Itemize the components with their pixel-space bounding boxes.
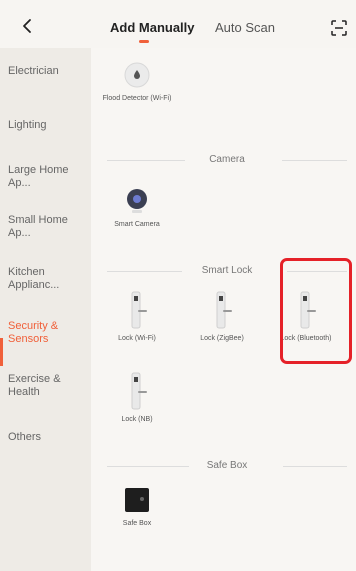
- active-category-marker: [0, 338, 3, 366]
- tab-auto-scan[interactable]: Auto Scan: [215, 20, 275, 36]
- device-flood-detector[interactable]: Flood Detector (Wi-Fi): [97, 60, 177, 103]
- camera-icon: [122, 186, 152, 216]
- sidebar-item-lighting[interactable]: Lighting: [8, 119, 88, 132]
- device-label: Safe Box: [122, 520, 152, 527]
- flood-detector-icon: [122, 60, 152, 90]
- device-label: Smart Camera: [114, 221, 160, 228]
- chevron-left-icon[interactable]: [18, 16, 38, 36]
- sidebar-item-kitchen-appliances[interactable]: Kitchen Applianc...: [8, 266, 88, 292]
- sidebar-item-others[interactable]: Others: [8, 431, 88, 444]
- tab-add-manually[interactable]: Add Manually: [110, 20, 195, 36]
- section-camera: Camera: [107, 154, 347, 166]
- sidebar-item-electrician[interactable]: Electrician: [8, 65, 88, 78]
- device-label: Lock (NB): [121, 416, 153, 423]
- sidebar-item-exercise-health[interactable]: Exercise & Health: [8, 373, 88, 399]
- device-lock-zigbee[interactable]: Lock (ZigBee): [182, 290, 262, 343]
- category-sidebar: Electrician Lighting Large Home Ap... Sm…: [0, 48, 91, 571]
- section-safe-box: Safe Box: [107, 460, 347, 472]
- highlight-box: [280, 258, 352, 364]
- sidebar-item-large-home-appliances[interactable]: Large Home Ap...: [8, 164, 88, 190]
- scan-icon[interactable]: [331, 20, 347, 36]
- device-label: Flood Detector (Wi-Fi): [102, 95, 172, 102]
- header: Add Manually Auto Scan: [0, 0, 356, 48]
- safe-box-icon: [122, 485, 152, 515]
- sidebar-item-small-home-appliances[interactable]: Small Home Ap...: [8, 214, 88, 240]
- lock-icon: [122, 371, 152, 411]
- sidebar-item-security-sensors[interactable]: Security & Sensors: [8, 320, 88, 346]
- active-tab-indicator: [139, 40, 149, 43]
- device-lock-wifi[interactable]: Lock (Wi-Fi): [97, 290, 177, 343]
- device-label: Lock (ZigBee): [200, 335, 244, 342]
- device-lock-nb[interactable]: Lock (NB): [97, 371, 177, 424]
- lock-icon: [207, 290, 237, 330]
- lock-icon: [122, 290, 152, 330]
- device-label: Lock (Wi-Fi): [118, 335, 156, 342]
- device-safe-box[interactable]: Safe Box: [97, 485, 177, 528]
- device-smart-camera[interactable]: Smart Camera: [97, 186, 177, 229]
